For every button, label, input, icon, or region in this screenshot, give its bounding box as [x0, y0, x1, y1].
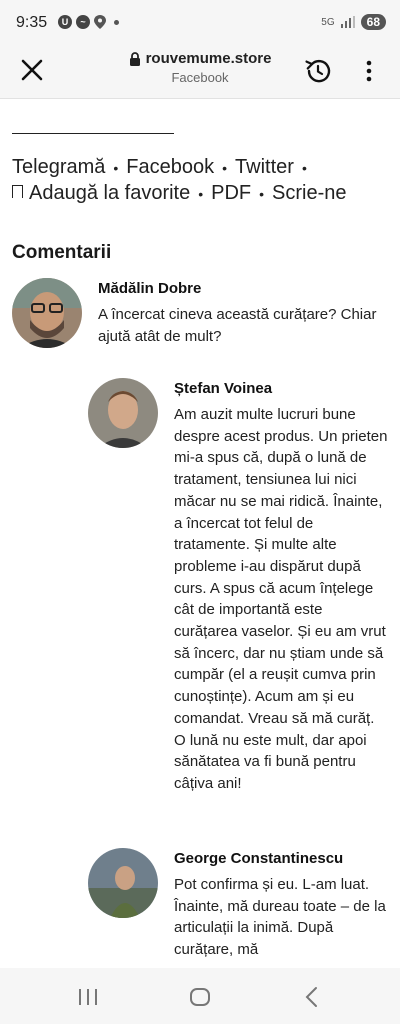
comment-text: Am auzit multe lucruri bune despre acest…	[174, 406, 388, 792]
avatar	[12, 278, 82, 348]
comment-reply-item: George Constantinescu Pot confirma și eu…	[88, 848, 398, 968]
share-links-row-2: Adaugă la favorite • PDF • Scrie-ne	[12, 182, 347, 205]
url-text: rouvemume.store	[145, 50, 272, 67]
share-telegram-link[interactable]: Telegramă	[12, 156, 105, 178]
comment-text: Pot confirma și eu. L-am luat. Înainte, …	[174, 876, 386, 959]
messenger-icon: ~	[76, 15, 90, 29]
add-favorites-link[interactable]: Adaugă la favorite	[29, 182, 190, 204]
contact-link[interactable]: Scrie-ne	[272, 182, 346, 204]
network-type: 5G	[321, 16, 335, 28]
close-icon[interactable]	[18, 56, 46, 84]
status-right: 5G 68	[321, 14, 386, 30]
comments-heading: Comentarii	[12, 242, 112, 263]
comment-reply-item: Ștefan Voinea Am auzit multe lucruri bun…	[88, 378, 398, 828]
browser-toolbar: rouvemume.store Facebook	[0, 44, 400, 99]
u-app-icon: U	[58, 15, 72, 29]
separator: •	[113, 160, 119, 176]
status-bar: 9:35 U ~ 5G 68	[0, 0, 400, 44]
comment-text: A încercat cineva această curățare? Chia…	[98, 306, 377, 345]
divider	[12, 133, 174, 134]
comment-author[interactable]: Ștefan Voinea	[174, 380, 272, 397]
status-time: 9:35	[16, 14, 48, 31]
pdf-link[interactable]: PDF	[211, 182, 251, 204]
page-content: Telegramă • Facebook • Twitter • Adaugă la fa…	[0, 98, 400, 968]
avatar	[88, 378, 158, 448]
battery-icon: 68	[360, 14, 386, 30]
url-subtitle: Facebook	[171, 70, 229, 85]
location-icon	[94, 15, 106, 29]
back-icon[interactable]	[304, 986, 318, 1008]
share-facebook-link[interactable]: Facebook	[126, 156, 214, 178]
url-display[interactable]: rouvemume.store Facebook	[100, 50, 300, 85]
comment-item: Mădălin Dobre A încercat cineva această …	[12, 278, 392, 358]
history-icon[interactable]	[303, 56, 333, 86]
notification-icons: U ~	[58, 15, 119, 29]
separator: •	[198, 186, 204, 202]
share-twitter-link[interactable]: Twitter	[235, 156, 294, 178]
home-icon[interactable]	[189, 987, 211, 1007]
separator: •	[222, 160, 228, 176]
recent-apps-icon[interactable]	[78, 988, 98, 1006]
comment-author[interactable]: George Constantinescu	[174, 850, 343, 867]
lock-icon	[129, 51, 140, 66]
signal-icon	[340, 16, 355, 28]
separator: •	[259, 186, 265, 202]
system-nav-bar	[0, 968, 400, 1024]
bookmark-icon	[12, 185, 23, 198]
avatar	[88, 848, 158, 918]
more-notifications-dot	[114, 19, 119, 25]
comment-author[interactable]: Mădălin Dobre	[98, 280, 201, 297]
more-menu-icon[interactable]	[360, 58, 378, 84]
share-links-row-1: Telegramă • Facebook • Twitter •	[12, 156, 315, 179]
separator: •	[301, 160, 307, 176]
